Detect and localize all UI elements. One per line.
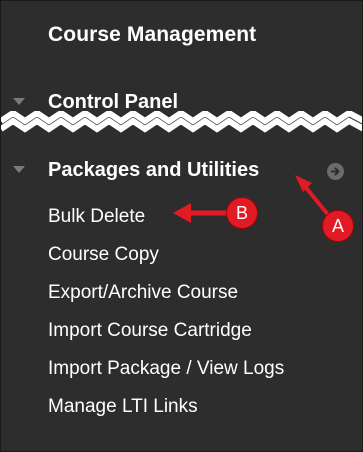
annotation-badge-a: A xyxy=(323,211,353,241)
annotation-arrows xyxy=(173,175,336,224)
arrow-b-head xyxy=(173,203,191,223)
course-management-panel: Course Management Control Panel Packages… xyxy=(0,0,363,452)
annotation-badge-b: B xyxy=(227,198,257,228)
